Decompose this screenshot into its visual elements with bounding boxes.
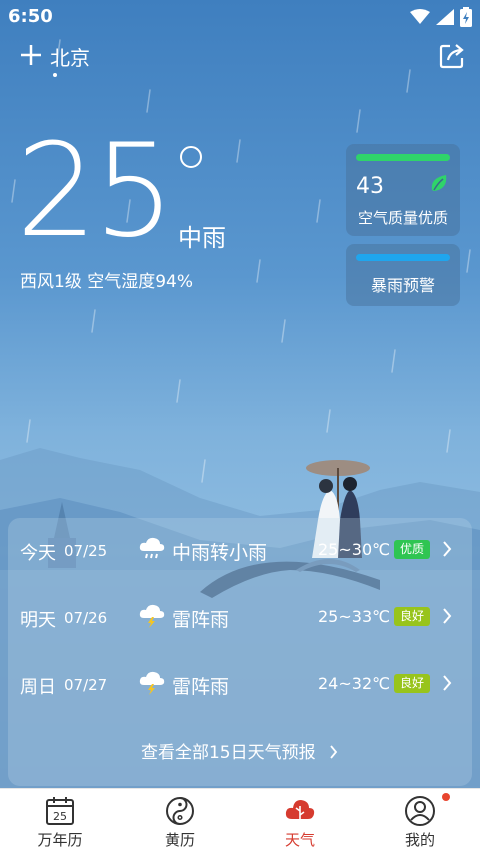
air-quality-badge: 良好: [394, 674, 431, 693]
tab-profile[interactable]: 我的: [360, 789, 480, 853]
thunderstorm-icon: [139, 604, 165, 628]
calendar-icon: 25: [46, 797, 74, 825]
rain-cloud-icon: [139, 537, 165, 559]
view-15-day-forecast-link[interactable]: 查看全部15日天气预报: [8, 738, 472, 763]
weather-warning-card[interactable]: 暴雨预警: [346, 244, 460, 306]
forecast-desc: 雷阵雨: [172, 676, 230, 698]
notification-dot: [442, 793, 450, 801]
weather-icon: [285, 800, 315, 822]
add-city-button[interactable]: [18, 42, 44, 68]
tab-label: 万年历: [37, 831, 83, 849]
top-bar: 北京: [0, 40, 480, 80]
chevron-right-icon: [443, 541, 452, 557]
tab-almanac[interactable]: 黄历: [120, 789, 240, 853]
forecast-temp-range: 25~30℃: [318, 540, 391, 559]
tab-weather[interactable]: 天气: [240, 789, 360, 853]
forecast-desc: 中雨转小雨: [172, 542, 268, 564]
forecast-desc: 雷阵雨: [172, 609, 230, 631]
yin-yang-icon: [166, 797, 194, 825]
forecast-row-today[interactable]: 今天 07/25 中雨转小雨 25~30℃ 优质: [8, 518, 472, 584]
status-time: 6:50: [8, 6, 53, 27]
aqi-label: 空气质量优质: [357, 209, 448, 227]
current-temperature: 25: [16, 117, 175, 266]
forecast-row-sunday[interactable]: 周日 07/27 雷阵雨 24~32℃ 良好: [8, 652, 472, 718]
tab-label: 黄历: [164, 831, 195, 849]
chevron-right-icon: [443, 608, 452, 624]
thunderstorm-icon: [139, 671, 165, 695]
chevron-right-icon: [443, 675, 452, 691]
air-quality-card[interactable]: 43 空气质量优质: [346, 144, 460, 236]
warning-color-bar: [356, 254, 450, 261]
city-name[interactable]: 北京: [50, 42, 90, 71]
forecast-date: 07/26: [64, 609, 108, 627]
forecast-day: 周日: [20, 677, 56, 698]
battery-icon: [460, 7, 472, 27]
forecast-day: 今天: [20, 543, 56, 564]
tab-label: 我的: [404, 831, 435, 849]
profile-icon: [405, 796, 435, 826]
forecast-row-tomorrow[interactable]: 明天 07/26 雷阵雨 25~33℃ 良好: [8, 585, 472, 651]
aqi-value: 43: [356, 174, 384, 199]
forecast-day: 明天: [20, 610, 56, 631]
forecast-panel: 今天 07/25 中雨转小雨 25~30℃ 优质 明天 07/26 雷阵雨 25…: [8, 518, 472, 786]
calendar-date-number: 25: [53, 810, 67, 823]
share-button[interactable]: [438, 42, 466, 70]
leaf-icon: [431, 175, 447, 191]
page-indicator-dot: [53, 73, 57, 77]
forecast-temp-range: 25~33℃: [318, 607, 391, 626]
status-bar: 6:50: [0, 0, 480, 34]
wind-humidity-text: 西风1级 空气湿度94%: [20, 272, 194, 292]
wifi-icon: [410, 9, 430, 24]
aqi-color-bar: [356, 154, 450, 161]
tab-label: 天气: [284, 831, 315, 849]
chevron-right-icon: [330, 745, 338, 759]
signal-icon: [436, 9, 454, 25]
forecast-date: 07/25: [64, 542, 108, 560]
current-condition: 中雨: [178, 224, 226, 252]
tab-calendar[interactable]: 25 万年历: [0, 789, 120, 853]
air-quality-badge: 良好: [394, 607, 431, 626]
view-more-label: 查看全部15日天气预报: [140, 743, 316, 763]
warning-label: 暴雨预警: [370, 276, 435, 295]
forecast-date: 07/27: [64, 676, 108, 694]
forecast-temp-range: 24~32℃: [318, 674, 391, 693]
bottom-tab-bar: 25 万年历 黄历 天气 我的: [0, 788, 480, 853]
air-quality-badge: 优质: [394, 540, 431, 559]
degree-symbol: [180, 146, 202, 168]
